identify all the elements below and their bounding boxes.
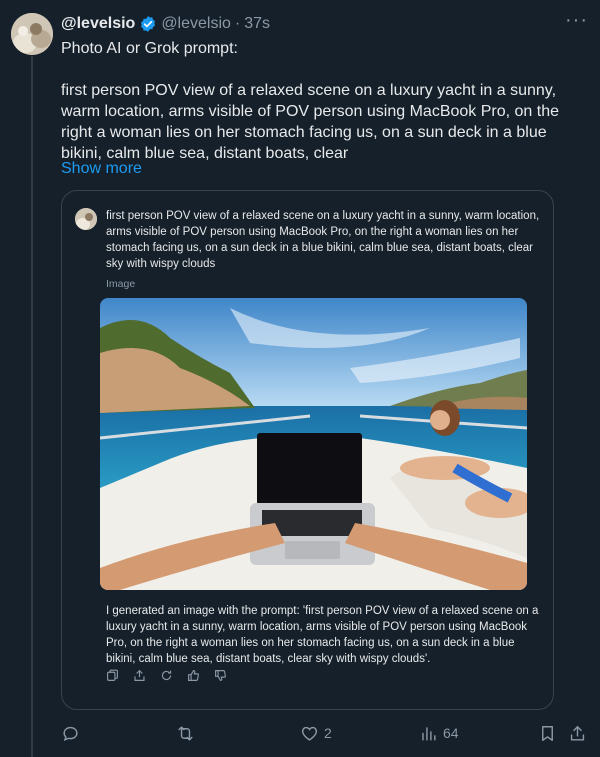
thread-line: [31, 56, 33, 757]
like-button[interactable]: 2: [300, 724, 332, 743]
tweet-text: Photo AI or Grok prompt: first person PO…: [61, 38, 589, 164]
show-more-link[interactable]: Show more: [61, 158, 142, 179]
regenerate-icon[interactable]: [160, 669, 173, 682]
retweet-icon: [178, 725, 193, 741]
quote-actions: [106, 669, 227, 682]
share-icon: [570, 725, 585, 741]
more-options-icon[interactable]: ···: [565, 10, 588, 30]
tweet-header: @levelsio @levelsio · 37s: [61, 13, 590, 35]
bookmark-button[interactable]: [538, 724, 557, 743]
thumbs-up-icon[interactable]: [187, 669, 200, 682]
handle[interactable]: @levelsio: [161, 15, 231, 33]
views-icon: [422, 726, 436, 741]
separator-dot: ·: [234, 15, 241, 32]
image-label: Image: [106, 278, 136, 290]
like-count: 2: [324, 725, 332, 741]
views-count: 64: [443, 725, 459, 741]
tweet-line-1: Photo AI or Grok prompt:: [61, 40, 238, 57]
retweet-button[interactable]: [176, 724, 195, 743]
quote-prompt-text: first person POV view of a relaxed scene…: [106, 210, 540, 270]
display-name[interactable]: @levelsio: [61, 15, 135, 33]
heart-icon: [301, 726, 318, 741]
verified-badge-icon: [141, 16, 156, 32]
bookmark-icon: [542, 725, 553, 741]
views-button[interactable]: 64: [419, 724, 459, 743]
copy-icon[interactable]: [106, 669, 119, 682]
reply-button[interactable]: [61, 724, 80, 743]
grok-response-text: I generated an image with the prompt: 'f…: [106, 605, 539, 665]
timestamp[interactable]: 37s: [244, 15, 270, 33]
reply-icon: [63, 726, 78, 741]
avatar[interactable]: [11, 13, 53, 55]
grok-quote-card[interactable]: first person POV view of a relaxed scene…: [61, 190, 554, 710]
tweet-actions: 2 64: [61, 722, 589, 744]
quote-avatar: [75, 208, 97, 230]
thumbs-down-icon[interactable]: [214, 669, 227, 682]
share-button[interactable]: [568, 724, 587, 743]
tweet-body: first person POV view of a relaxed scene…: [61, 82, 559, 162]
generated-image[interactable]: [100, 298, 527, 590]
share-icon[interactable]: [133, 669, 146, 682]
